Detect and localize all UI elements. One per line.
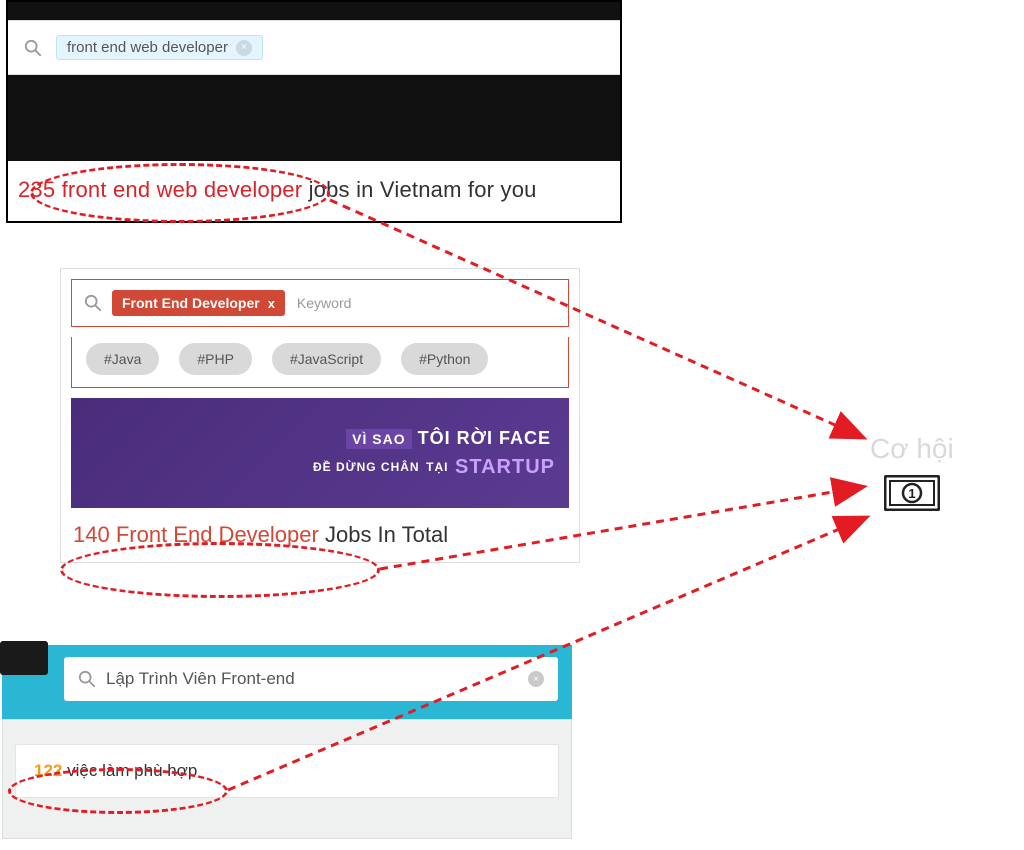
banner-small-2: TẠI	[426, 460, 448, 474]
result-count: 235	[18, 177, 55, 202]
svg-text:1: 1	[908, 486, 915, 501]
banner-text-1: TÔI RỜI FACE	[418, 428, 551, 448]
result-count: 122	[34, 761, 62, 780]
search-icon	[84, 294, 102, 312]
skill-tag[interactable]: #Python	[401, 343, 488, 375]
panel3-body: 122 việc làm phù hợp	[2, 719, 572, 839]
panel1-search-bar[interactable]: front end web developer ×	[8, 20, 620, 75]
search-pill[interactable]: Front End Developer x	[112, 290, 285, 316]
panel3-result-text: 122 việc làm phù hợp	[15, 744, 559, 798]
skill-tag-row: #Java #PHP #JavaScript #Python	[71, 337, 569, 388]
search-chip[interactable]: front end web developer ×	[56, 35, 263, 60]
clear-icon[interactable]: ×	[236, 40, 252, 56]
banner-line-2: ĐỀ DỪNG CHÂN TẠI STARTUP	[313, 456, 555, 479]
money-icon: 1	[884, 475, 940, 511]
panel1-dark-band	[8, 75, 620, 161]
panel3-topbar: Lập Trình Viên Front-end ×	[2, 645, 572, 719]
panel3-search-bar[interactable]: Lập Trình Viên Front-end ×	[64, 657, 558, 701]
banner-small-1: ĐỀ DỪNG CHÂN	[313, 460, 420, 474]
banner-badge: VÌ SAO	[346, 429, 411, 449]
result-keyword: Front End Developer	[116, 522, 319, 547]
skill-tag[interactable]: #JavaScript	[272, 343, 381, 375]
banner-line-1: VÌ SAO TÔI RỜI FACE	[346, 428, 551, 449]
result-keyword: front end web developer	[62, 177, 303, 202]
search-pill-text: Front End Developer	[122, 295, 260, 311]
search-text: Lập Trình Viên Front-end	[106, 669, 528, 689]
job-search-panel-3: Lập Trình Viên Front-end × 122 việc làm …	[2, 645, 572, 839]
result-suffix: việc làm phù hợp	[67, 761, 197, 780]
keyword-placeholder: Keyword	[297, 295, 351, 311]
banner-startup: STARTUP	[455, 456, 555, 478]
opportunity-label: Cơ hội	[870, 433, 954, 465]
result-suffix: Jobs In Total	[325, 522, 448, 547]
result-suffix: jobs in Vietnam for you	[309, 177, 537, 202]
panel1-header-bar	[8, 2, 620, 20]
search-icon	[24, 39, 42, 57]
panel2-result-text: 140 Front End Developer Jobs In Total	[61, 514, 579, 562]
panel2-search-bar[interactable]: Front End Developer x Keyword	[71, 279, 569, 327]
skill-tag[interactable]: #Java	[86, 343, 159, 375]
search-chip-text: front end web developer	[67, 39, 228, 56]
result-count: 140	[73, 522, 110, 547]
close-icon[interactable]: x	[268, 296, 275, 311]
promo-banner[interactable]: VÌ SAO TÔI RỜI FACE ĐỀ DỪNG CHÂN TẠI STA…	[71, 398, 569, 508]
opportunity-target: Cơ hội 1	[870, 433, 954, 516]
skill-tag[interactable]: #PHP	[179, 343, 252, 375]
search-icon	[78, 670, 96, 688]
clear-icon[interactable]: ×	[528, 671, 544, 687]
job-search-panel-2: Front End Developer x Keyword #Java #PHP…	[60, 268, 580, 563]
job-search-panel-1: front end web developer × 235 front end …	[6, 0, 622, 223]
panel1-result-text: 235 front end web developer jobs in Viet…	[8, 161, 620, 221]
